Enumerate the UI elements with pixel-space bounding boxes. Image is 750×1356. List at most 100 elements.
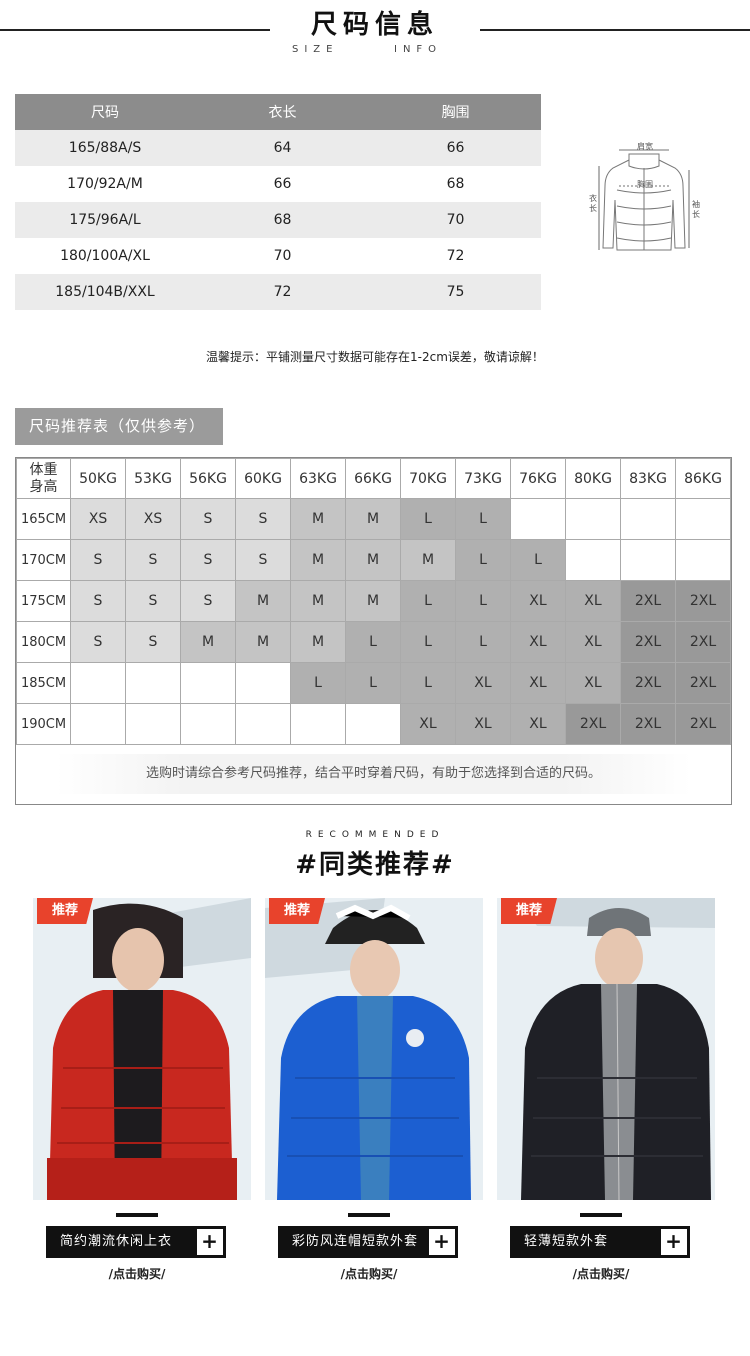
size-cell: L bbox=[290, 662, 346, 704]
buy-link[interactable]: /点击购买/ bbox=[265, 1265, 473, 1282]
size-cell bbox=[180, 703, 236, 745]
product-photo[interactable] bbox=[33, 898, 251, 1200]
size-advice-note: 选购时请综合参考尺码推荐，结合平时穿着尺码，有助于您选择到合适的尺码。 bbox=[145, 766, 601, 781]
size-cell: 2XL bbox=[620, 662, 676, 704]
size-table-header: 尺码 衣长 胸围 bbox=[15, 94, 541, 130]
size-cell bbox=[510, 498, 566, 540]
header-size: 尺码 bbox=[15, 94, 195, 130]
size-cell: XL bbox=[510, 662, 566, 704]
weight-header: 86KG bbox=[675, 458, 731, 499]
size-cell: L bbox=[345, 662, 401, 704]
weight-header: 60KG bbox=[235, 458, 291, 499]
recommend-tag: 尺码推荐表（仅供参考） bbox=[15, 408, 223, 445]
product-photo[interactable] bbox=[265, 898, 483, 1200]
size-cell bbox=[620, 498, 676, 540]
size-cell: M bbox=[235, 580, 291, 622]
corner-height-label: 身高 bbox=[29, 478, 58, 495]
plus-icon[interactable]: + bbox=[661, 1229, 687, 1255]
grid-row: 165CM XS XS S S M M L L bbox=[16, 498, 731, 540]
height-label: 190CM bbox=[16, 703, 71, 745]
weight-header: 80KG bbox=[565, 458, 621, 499]
product-name-button[interactable]: 轻薄短款外套 + bbox=[510, 1226, 690, 1258]
chest-cell: 72 bbox=[446, 248, 465, 264]
weight-header: 53KG bbox=[125, 458, 181, 499]
product-name: 简约潮流休闲上衣 bbox=[60, 1234, 173, 1249]
product-name-button[interactable]: 简约潮流休闲上衣 + bbox=[46, 1226, 226, 1258]
size-cell bbox=[620, 539, 676, 581]
size-cell: 180/100A/XL bbox=[60, 248, 150, 264]
size-cell: XL bbox=[510, 621, 566, 663]
section-header: 尺码信息 SIZE INFO bbox=[0, 0, 750, 70]
size-cell: S bbox=[180, 580, 236, 622]
buy-link[interactable]: /点击购买/ bbox=[497, 1265, 705, 1282]
size-cell: M bbox=[345, 539, 401, 581]
size-cell: XS bbox=[125, 498, 181, 540]
size-cell: M bbox=[290, 539, 346, 581]
size-cell: S bbox=[180, 539, 236, 581]
size-cell: 2XL bbox=[620, 703, 676, 745]
page-title: 尺码信息 bbox=[310, 10, 439, 40]
size-cell: M bbox=[290, 621, 346, 663]
size-cell: 2XL bbox=[565, 703, 621, 745]
size-cell: S bbox=[70, 539, 126, 581]
size-cell: L bbox=[400, 662, 456, 704]
weight-header: 63KG bbox=[290, 458, 346, 499]
grid-row: 180CM S S M M M L L L XL XL 2XL 2XL bbox=[16, 621, 731, 663]
size-cell: L bbox=[455, 580, 511, 622]
size-cell bbox=[675, 498, 731, 540]
buy-link[interactable]: /点击购买/ bbox=[33, 1265, 241, 1282]
size-cell: M bbox=[290, 580, 346, 622]
size-cell: S bbox=[70, 621, 126, 663]
size-cell: S bbox=[125, 621, 181, 663]
length-cell: 72 bbox=[195, 274, 370, 310]
plus-icon[interactable]: + bbox=[429, 1229, 455, 1255]
product-name-button[interactable]: 彩防风连帽短款外套 + bbox=[278, 1226, 458, 1258]
size-cell: 2XL bbox=[675, 580, 731, 622]
size-cell bbox=[675, 539, 731, 581]
size-cell: M bbox=[290, 498, 346, 540]
length-cell: 64 bbox=[195, 130, 370, 166]
header-chest: 胸围 bbox=[370, 94, 541, 130]
card-divider bbox=[580, 1213, 622, 1217]
plus-icon[interactable]: + bbox=[197, 1229, 223, 1255]
size-cell: XL bbox=[510, 580, 566, 622]
size-cell: XL bbox=[565, 621, 621, 663]
grid-row: 170CM S S S S M M M L L bbox=[16, 539, 731, 581]
product-name: 彩防风连帽短款外套 bbox=[292, 1234, 419, 1249]
size-cell bbox=[70, 662, 126, 704]
table-row: 180/100A/XL 70 72 bbox=[15, 238, 541, 274]
chest-cell: 70 bbox=[370, 202, 541, 238]
model-red-jacket-image bbox=[33, 898, 251, 1200]
size-cell: M bbox=[345, 498, 401, 540]
recommend-badge: 推荐 bbox=[501, 898, 557, 924]
size-cell: XL bbox=[455, 703, 511, 745]
height-label: 175CM bbox=[16, 580, 71, 622]
header-length: 衣长 bbox=[195, 94, 370, 130]
weight-header: 83KG bbox=[620, 458, 676, 499]
size-cell bbox=[235, 662, 291, 704]
height-label: 185CM bbox=[16, 662, 71, 704]
product-photo[interactable] bbox=[497, 898, 715, 1200]
table-row: 165/88A/S 64 66 bbox=[15, 130, 541, 166]
size-cell: M bbox=[345, 580, 401, 622]
size-cell bbox=[180, 662, 236, 704]
size-cell bbox=[345, 703, 401, 745]
recommended-title: #同类推荐# bbox=[295, 850, 455, 880]
size-cell: L bbox=[455, 621, 511, 663]
model-black-jacket-image bbox=[497, 898, 715, 1200]
size-cell: L bbox=[510, 539, 566, 581]
weight-header: 70KG bbox=[400, 458, 456, 499]
grid-row: 175CM S S S M M M L L XL XL 2XL 2XL bbox=[16, 580, 731, 622]
size-cell: M bbox=[235, 621, 291, 663]
header-divider-right bbox=[480, 29, 750, 31]
size-cell: L bbox=[400, 580, 456, 622]
size-cell: XL bbox=[400, 703, 456, 745]
weight-header: 76KG bbox=[510, 458, 566, 499]
size-cell: XL bbox=[510, 703, 566, 745]
size-cell: L bbox=[345, 621, 401, 663]
size-table: 尺码 衣长 胸围 165/88A/S 64 66 170/92A/M 66 68… bbox=[15, 94, 541, 310]
diagram-sleeve-label-1: 袖 bbox=[692, 200, 700, 209]
weight-header: 73KG bbox=[455, 458, 511, 499]
chest-cell: 66 bbox=[370, 130, 541, 166]
size-cell: S bbox=[180, 498, 236, 540]
